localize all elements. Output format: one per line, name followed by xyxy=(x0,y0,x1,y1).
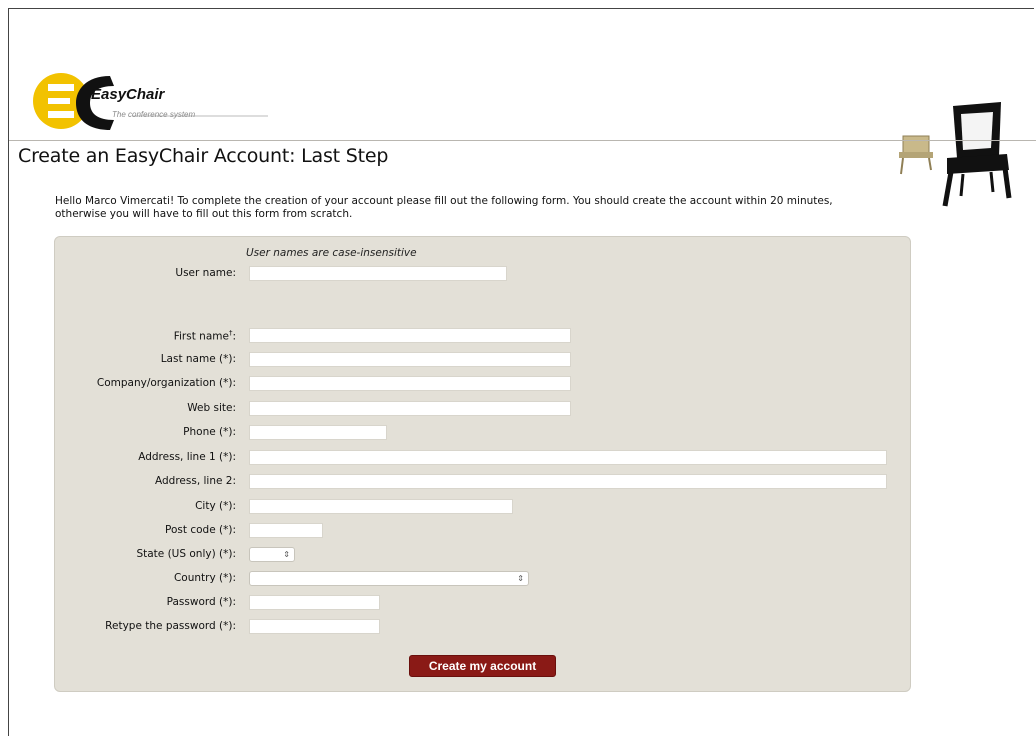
password-label: Password (*): xyxy=(166,596,236,608)
phone-input[interactable] xyxy=(249,425,387,440)
logo-tagline: The conference system xyxy=(112,110,196,119)
large-chair-icon xyxy=(942,102,1012,207)
phone-label: Phone (*): xyxy=(183,426,236,438)
username-hint: User names are case-insensitive xyxy=(246,247,417,259)
company-label: Company/organization (*): xyxy=(96,377,236,389)
create-account-button[interactable]: Create my account xyxy=(409,655,556,677)
chairs-illustration xyxy=(899,102,1012,207)
state-label: State (US only) (*): xyxy=(136,548,236,560)
last-name-input[interactable] xyxy=(249,352,571,367)
password-retype-label: Retype the password (*): xyxy=(105,620,236,632)
address2-label: Address, line 2: xyxy=(155,475,236,487)
first-name-label-text: First name xyxy=(173,330,229,343)
address2-input[interactable] xyxy=(249,474,887,489)
page-title: Create an EasyChair Account: Last Step xyxy=(18,145,389,167)
post-code-label: Post code (*): xyxy=(165,524,236,536)
logo-e-bar-bottom xyxy=(48,111,74,118)
country-label: Country (*): xyxy=(173,572,236,584)
first-name-label: First name†: xyxy=(174,329,236,343)
web-site-label: Web site: xyxy=(187,402,236,414)
password-retype-input[interactable] xyxy=(249,619,380,634)
small-chair-icon xyxy=(899,135,933,175)
address1-input[interactable] xyxy=(249,450,887,465)
last-name-label: Last name (*): xyxy=(160,353,236,365)
web-site-input[interactable] xyxy=(249,401,571,416)
company-input[interactable] xyxy=(249,376,571,391)
address1-label: Address, line 1 (*): xyxy=(138,451,236,463)
post-code-input[interactable] xyxy=(249,523,323,538)
city-label: City (*): xyxy=(195,500,236,512)
city-input[interactable] xyxy=(249,499,513,514)
first-name-input[interactable] xyxy=(249,328,571,343)
country-select[interactable]: ⇕ xyxy=(249,571,529,586)
header-divider xyxy=(9,140,1036,141)
logo-e-bar-mid xyxy=(48,98,70,104)
logo-name: EasyChair xyxy=(91,86,165,103)
up-down-chevron-icon: ⇕ xyxy=(283,550,290,559)
up-down-chevron-icon: ⇕ xyxy=(517,574,524,583)
username-label: User name: xyxy=(175,267,236,279)
first-name-label-colon: : xyxy=(232,330,236,343)
username-input[interactable] xyxy=(249,266,507,281)
logo-e-bar-top xyxy=(48,84,74,91)
state-select[interactable]: ⇕ xyxy=(249,547,295,562)
intro-text: Hello Marco Vimercati! To complete the c… xyxy=(55,195,833,220)
password-input[interactable] xyxy=(249,595,380,610)
